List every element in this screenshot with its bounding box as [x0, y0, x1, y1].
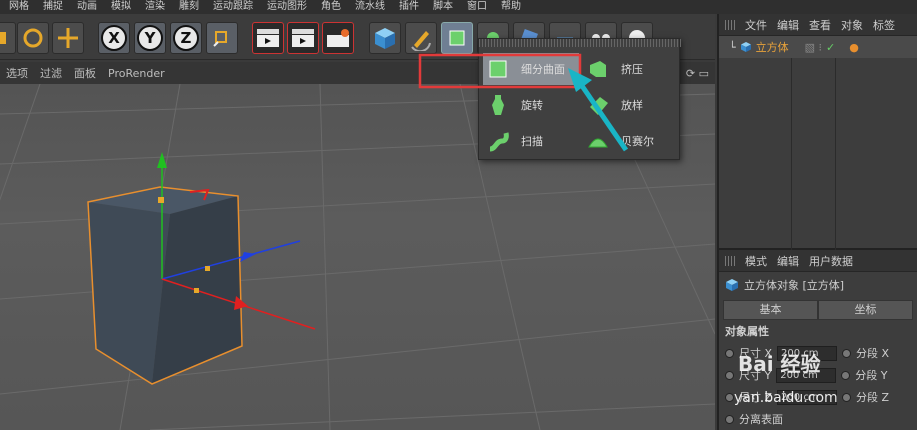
cube-icon — [726, 279, 738, 291]
objects-tab-edit[interactable]: 编辑 — [777, 17, 799, 33]
objects-panel-header: 文件 编辑 查看 对象 标签 — [719, 14, 917, 36]
radio-icon[interactable] — [725, 392, 734, 402]
pointer-arrow — [575, 78, 629, 152]
highlight-box — [418, 53, 582, 89]
objects-tab-tags[interactable]: 标签 — [873, 17, 895, 33]
objects-list-area[interactable] — [719, 58, 917, 250]
visibility-icon[interactable]: ▧ ⁝ — [805, 41, 822, 54]
cube-icon — [740, 42, 751, 52]
watermark-url: yan.baidu.com — [734, 390, 838, 406]
objects-tab-object[interactable]: 对象 — [841, 17, 863, 33]
attr-label: 分段 X — [856, 347, 890, 360]
check-icon[interactable]: ✓ — [826, 41, 835, 54]
attr-tab-userdata[interactable]: 用户数据 — [809, 253, 853, 269]
object-name: 立方体 — [755, 41, 789, 54]
attr-subtabs: 基本 坐标 — [723, 300, 913, 320]
radio-icon[interactable] — [725, 370, 734, 380]
tree-line-icon: └ — [729, 40, 736, 54]
attr-object-title: 立方体对象 [立方体] — [719, 272, 917, 298]
object-row-cube[interactable]: └ 立方体 ▧ ⁝ ✓ ● — [719, 36, 917, 58]
radio-icon[interactable] — [725, 348, 734, 358]
objects-tab-view[interactable]: 查看 — [809, 17, 831, 33]
radio-icon[interactable] — [842, 348, 852, 358]
radio-icon[interactable] — [841, 370, 851, 380]
attributes-panel-header: 模式 编辑 用户数据 — [719, 250, 917, 272]
material-tag-icon[interactable]: ● — [849, 41, 859, 54]
objects-tab-file[interactable]: 文件 — [745, 17, 767, 33]
attr-tab-edit[interactable]: 编辑 — [777, 253, 799, 269]
attr-title-text: 立方体对象 [立方体] — [744, 279, 845, 292]
attr-section-title: 对象属性 — [725, 325, 769, 338]
attr-label: 分段 Y — [855, 369, 888, 382]
attr-tab-mode[interactable]: 模式 — [745, 253, 767, 269]
attr-row-separate: 分离表面 — [719, 408, 917, 430]
attr-subtab-coord[interactable]: 坐标 — [818, 300, 913, 320]
attr-subtab-basic[interactable]: 基本 — [723, 300, 818, 320]
grip-icon[interactable] — [725, 19, 735, 30]
watermark-brand: Bai 经验 — [738, 352, 821, 376]
radio-icon[interactable] — [842, 392, 852, 402]
grip-icon[interactable] — [725, 255, 735, 266]
attr-label: 分离表面 — [739, 413, 783, 426]
radio-icon[interactable] — [725, 414, 734, 424]
attr-label: 分段 Z — [856, 391, 890, 404]
